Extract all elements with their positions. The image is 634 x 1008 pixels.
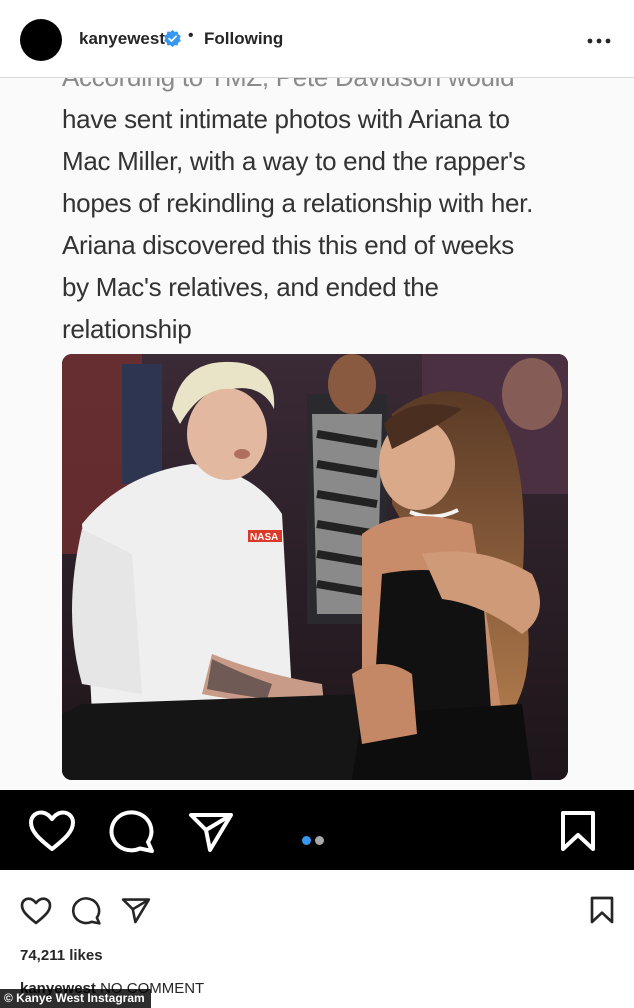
post-text-line: by Mac's relatives, and ended the	[62, 272, 439, 302]
share-icon[interactable]	[121, 897, 151, 924]
post-header: kanyewest • Following	[0, 0, 634, 78]
heart-icon[interactable]	[20, 897, 52, 925]
media-action-bar	[0, 790, 634, 870]
bookmark-icon[interactable]	[560, 810, 596, 852]
comment-icon[interactable]	[71, 896, 102, 925]
post-screenshot-text: According to TMZ, Pete Davidson would ha…	[62, 78, 592, 350]
embedded-photo: NASA	[62, 354, 568, 780]
bookmark-icon[interactable]	[590, 896, 614, 924]
post-text-line: hopes of rekindling a relationship with …	[62, 188, 533, 218]
carousel-dot[interactable]	[315, 836, 324, 845]
post-image[interactable]: According to TMZ, Pete Davidson would ha…	[0, 78, 634, 790]
post-text-line: Ariana discovered this this end of weeks	[62, 230, 514, 260]
carousel-dot[interactable]	[302, 836, 311, 845]
photo-illustration: NASA	[62, 354, 568, 780]
post-text-line: Mac Miller, with a way to end the rapper…	[62, 146, 526, 176]
share-icon[interactable]	[188, 811, 234, 853]
separator-dot: •	[188, 27, 194, 44]
post-text-line: have sent intimate photos with Ariana to	[62, 104, 510, 134]
username[interactable]: kanyewest	[79, 29, 165, 49]
comment-icon[interactable]	[108, 809, 156, 853]
photo-credit: © Kanye West Instagram	[0, 989, 151, 1008]
following-button[interactable]: Following	[204, 29, 283, 49]
more-options-icon[interactable]	[586, 37, 612, 45]
post-text-cut-line: According to TMZ, Pete Davidson would	[62, 78, 592, 98]
avatar[interactable]	[20, 19, 62, 61]
post-text-line: relationship	[62, 314, 192, 344]
heart-icon[interactable]	[28, 810, 76, 852]
likes-count[interactable]: 74,211 likes	[20, 947, 103, 964]
verified-badge-icon	[164, 30, 181, 47]
carousel-indicator	[302, 832, 328, 850]
shirt-logo: NASA	[250, 532, 278, 543]
